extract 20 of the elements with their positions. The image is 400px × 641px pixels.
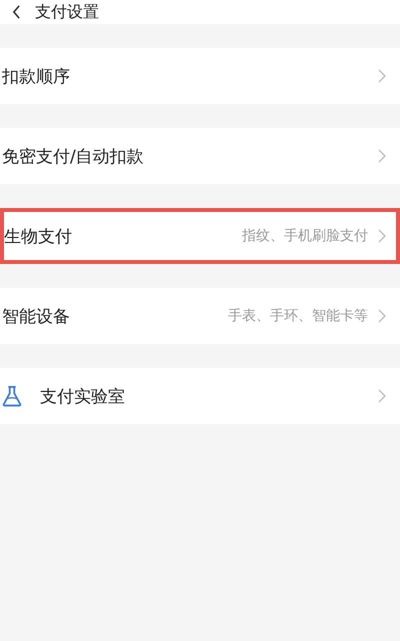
- chevron-icon: [378, 309, 386, 323]
- row-label: 支付实验室: [40, 386, 126, 408]
- chevron-icon: [378, 69, 386, 83]
- row-label: 扣款顺序: [2, 66, 71, 88]
- settings-row[interactable]: 智能设备 手表、手环、智能卡等: [0, 288, 400, 344]
- settings-row[interactable]: 生物支付 指纹、手机刷脸支付: [0, 208, 400, 264]
- back-icon[interactable]: [12, 5, 21, 19]
- settings-row[interactable]: 免密支付/自动扣款: [0, 128, 400, 184]
- chevron-icon: [378, 389, 386, 403]
- settings-row[interactable]: 扣款顺序: [0, 48, 400, 104]
- flask-icon: [2, 385, 22, 407]
- row-detail: 手表、手环、智能卡等: [228, 307, 368, 325]
- settings-row[interactable]: 支付实验室: [0, 368, 400, 424]
- row-detail: 指纹、手机刷脸支付: [242, 227, 368, 245]
- row-label: 生物支付: [4, 226, 73, 248]
- row-label: 智能设备: [2, 306, 71, 328]
- row-label: 免密支付/自动扣款: [2, 146, 145, 168]
- chevron-icon: [378, 149, 386, 163]
- chevron-icon: [378, 229, 386, 243]
- page-title: 支付设置: [35, 2, 99, 22]
